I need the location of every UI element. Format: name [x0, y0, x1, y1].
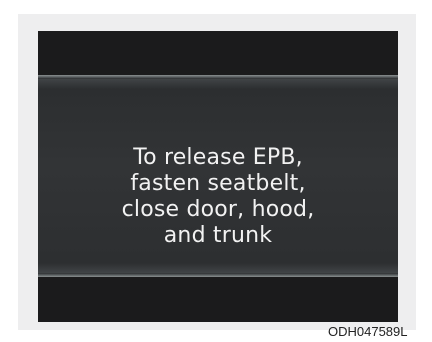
- message-line-1: To release EPB,: [133, 145, 303, 170]
- message-line-3: close door, hood,: [121, 197, 315, 222]
- cluster-display: To release EPB, fasten seatbelt, close d…: [38, 31, 398, 322]
- figure-page: To release EPB, fasten seatbelt, close d…: [0, 0, 432, 342]
- figure-code: ODH047589L: [328, 324, 408, 339]
- panel-top-glow: [38, 79, 398, 89]
- panel-bottom-edge: [38, 273, 398, 277]
- message-line-4: and trunk: [163, 223, 273, 248]
- message-panel: To release EPB, fasten seatbelt, close d…: [38, 75, 398, 277]
- message-line-2: fasten seatbelt,: [130, 171, 306, 196]
- epb-warning-message: To release EPB, fasten seatbelt, close d…: [38, 145, 398, 249]
- panel-bottom-glow: [38, 263, 398, 273]
